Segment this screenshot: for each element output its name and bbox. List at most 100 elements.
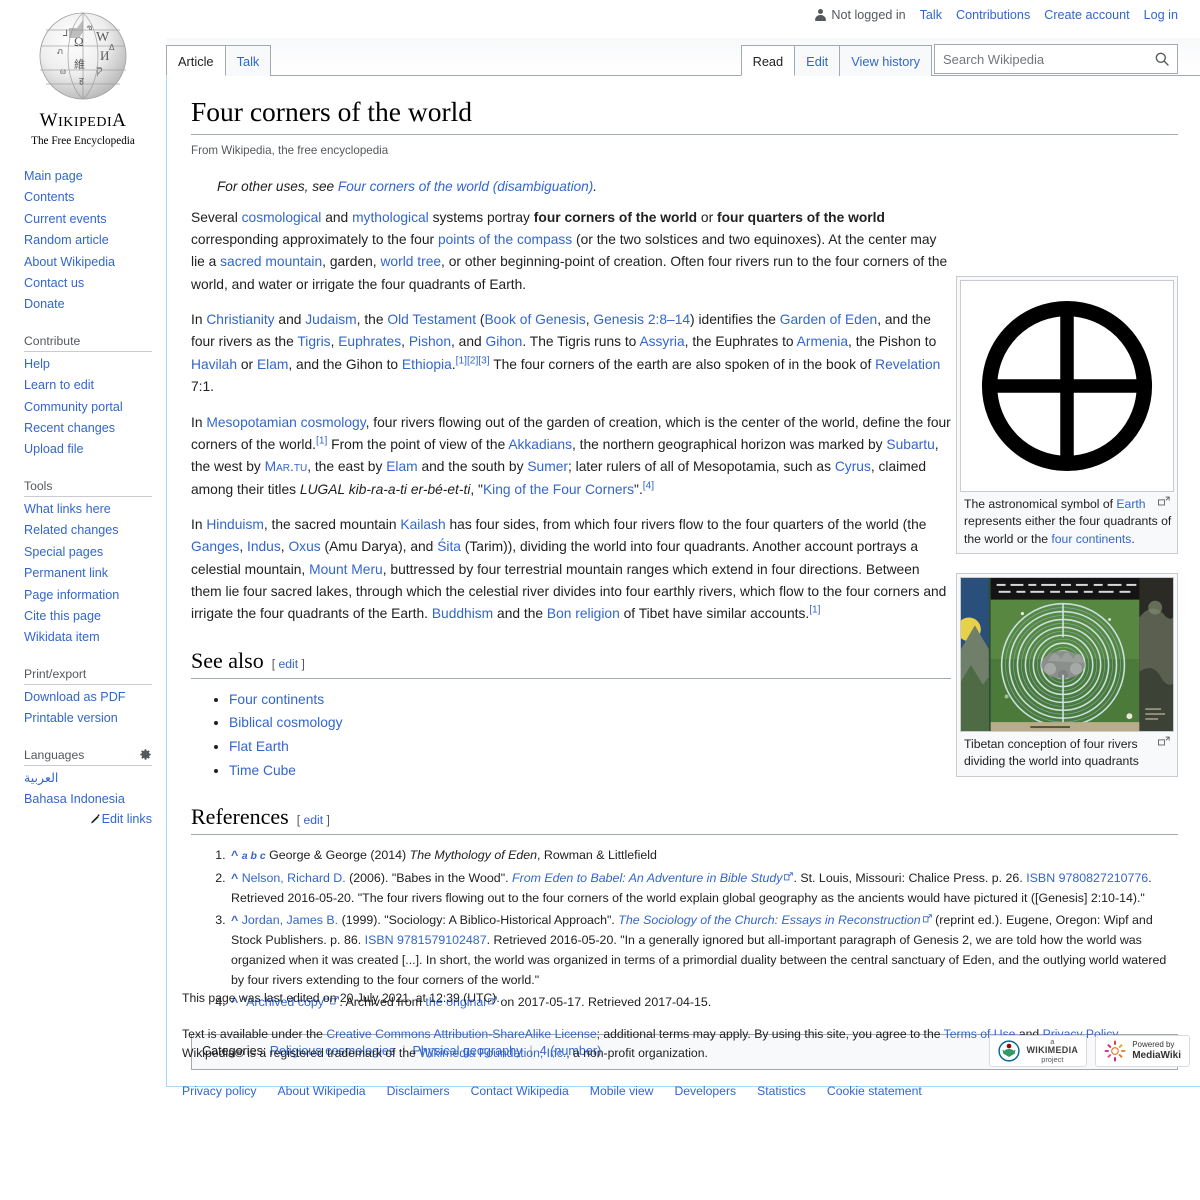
see-also-link-time-cube[interactable]: Time Cube	[229, 763, 296, 778]
reference-backlink[interactable]: ^	[231, 871, 238, 885]
link-assyria[interactable]: Assyria	[639, 334, 684, 349]
link-subartu[interactable]: Subartu	[886, 437, 934, 452]
reference-link[interactable]: ISBN	[1026, 871, 1055, 885]
sidebar-item-random-article[interactable]: Random article	[24, 233, 109, 247]
link-armenia[interactable]: Armenia	[797, 334, 848, 349]
reference-link[interactable]: ISBN	[365, 933, 394, 947]
link-kailash[interactable]: Kailash	[400, 517, 445, 532]
sidebar-item-about-wikipedia[interactable]: About Wikipedia	[24, 255, 115, 269]
tibetan-painting-image[interactable]	[960, 577, 1174, 732]
earth-symbol-image[interactable]	[960, 280, 1174, 492]
link-world-tree[interactable]: world tree	[380, 254, 441, 269]
link-euphrates[interactable]: Euphrates	[338, 334, 401, 349]
footer-link-privacy-policy[interactable]: Privacy policy	[182, 1082, 257, 1102]
sidebar-language-arabic[interactable]: العربية	[24, 771, 58, 785]
see-also-link-flat-earth[interactable]: Flat Earth	[229, 739, 289, 754]
sidebar-item-related-changes[interactable]: Related changes	[24, 523, 119, 537]
caption-link-four-continents[interactable]: four continents	[1051, 532, 1131, 546]
link-oxus[interactable]: Oxus	[288, 539, 320, 554]
sidebar-language-indonesian[interactable]: Bahasa Indonesia	[24, 792, 125, 806]
tab-edit[interactable]: Edit	[794, 44, 841, 76]
sidebar-item-contact-us[interactable]: Contact us	[24, 276, 84, 290]
search-box[interactable]	[934, 44, 1178, 74]
footer-link-contact-wikipedia[interactable]: Contact Wikipedia	[471, 1082, 569, 1102]
reference-external-link[interactable]: The Sociology of the Church: Essays in R…	[618, 913, 920, 927]
sidebar-item-download-as-pdf[interactable]: Download as PDF	[24, 690, 126, 704]
link-buddhism[interactable]: Buddhism	[432, 606, 493, 621]
gear-icon[interactable]	[139, 748, 152, 761]
caption-link-earth[interactable]: Earth	[1116, 497, 1145, 511]
reference-external-link[interactable]: From Eden to Babel: An Adventure in Bibl…	[512, 871, 782, 885]
footer-link-statistics[interactable]: Statistics	[757, 1082, 806, 1102]
link-christianity[interactable]: Christianity	[206, 312, 274, 327]
sidebar-item-current-events[interactable]: Current events	[24, 212, 107, 226]
sidebar-item-contents[interactable]: Contents	[24, 190, 74, 204]
link-judaism[interactable]: Judaism	[305, 312, 356, 327]
link-martu[interactable]: Mar.tu	[265, 459, 308, 474]
sidebar-item-learn-to-edit[interactable]: Learn to edit	[24, 378, 94, 392]
sidebar-item-donate[interactable]: Donate	[24, 297, 65, 311]
enlarge-icon[interactable]	[1158, 496, 1170, 508]
link-sumer[interactable]: Sumer	[527, 459, 568, 474]
sidebar-item-page-information[interactable]: Page information	[24, 588, 119, 602]
link-havilah[interactable]: Havilah	[191, 357, 237, 372]
link-mount-meru[interactable]: Mount Meru	[309, 562, 383, 577]
link-mesopotamian-cosmology[interactable]: Mesopotamian cosmology	[206, 415, 365, 430]
link-old-testament[interactable]: Old Testament	[387, 312, 476, 327]
link-ganges[interactable]: Ganges	[191, 539, 239, 554]
see-also-link-biblical-cosmology[interactable]: Biblical cosmology	[229, 715, 343, 730]
sidebar-item-permanent-link[interactable]: Permanent link	[24, 566, 108, 580]
tab-view-history[interactable]: View history	[839, 44, 932, 76]
link-cosmological[interactable]: cosmological	[242, 210, 322, 225]
sidebar-item-help[interactable]: Help	[24, 357, 50, 371]
footer-link-mobile-view[interactable]: Mobile view	[590, 1082, 654, 1102]
link-cyrus[interactable]: Cyrus	[835, 459, 871, 474]
link-indus[interactable]: Indus	[247, 539, 281, 554]
link-mythological[interactable]: mythological	[352, 210, 429, 225]
sidebar-item-wikidata-item[interactable]: Wikidata item	[24, 630, 100, 644]
footer-link-disclaimers[interactable]: Disclaimers	[387, 1082, 450, 1102]
reference-backlink[interactable]: ^	[231, 913, 238, 927]
link-ethiopia[interactable]: Ethiopia	[402, 357, 452, 372]
tab-read[interactable]: Read	[740, 44, 796, 76]
see-also-link-four-continents[interactable]: Four continents	[229, 692, 324, 707]
link-akkadians[interactable]: Akkadians	[508, 437, 572, 452]
link-elam[interactable]: Elam	[257, 357, 288, 372]
link-pishon[interactable]: Pishon	[409, 334, 451, 349]
link-garden-of-eden[interactable]: Garden of Eden	[780, 312, 877, 327]
footer-link-cookie-statement[interactable]: Cookie statement	[827, 1082, 922, 1102]
reference-link[interactable]: 9780827210776	[1059, 871, 1149, 885]
edit-link[interactable]: edit	[304, 813, 324, 827]
footer-link-about-wikipedia[interactable]: About Wikipedia	[278, 1082, 366, 1102]
link-king-of-the-four-corners[interactable]: King of the Four Corners	[483, 482, 634, 497]
sidebar-item-printable-version[interactable]: Printable version	[24, 711, 118, 725]
sidebar-item-community-portal[interactable]: Community portal	[24, 400, 123, 414]
footer-link-developers[interactable]: Developers	[674, 1082, 736, 1102]
link-bon-religion[interactable]: Bon religion	[547, 606, 620, 621]
tab-article[interactable]: Article	[166, 44, 226, 76]
link-elam-2[interactable]: Elam	[386, 459, 417, 474]
link-gihon[interactable]: Gihon	[486, 334, 523, 349]
wikimedia-badge[interactable]: a WIKIMEDIA project	[989, 1035, 1088, 1067]
sidebar-item-cite-this-page[interactable]: Cite this page	[24, 609, 101, 623]
mediawiki-badge[interactable]: Powered by MediaWiki	[1095, 1035, 1190, 1067]
link-hinduism[interactable]: Hinduism	[206, 517, 264, 532]
sidebar-item-what-links-here[interactable]: What links here	[24, 502, 111, 516]
reference-link[interactable]: 9781579102487	[397, 933, 487, 947]
link-cc-license[interactable]: Creative Commons Attribution-ShareAlike …	[326, 1027, 596, 1041]
link-sita[interactable]: Śita	[437, 539, 461, 554]
link-sacred-mountain[interactable]: sacred mountain	[220, 254, 322, 269]
tab-talk[interactable]: Talk	[224, 44, 272, 76]
reference-link[interactable]: Jordan, James B.	[242, 913, 338, 927]
sidebar-item-special-pages[interactable]: Special pages	[24, 545, 103, 559]
link-wikimedia-foundation[interactable]: Wikimedia Foundation, Inc.	[419, 1046, 566, 1060]
sidebar-item-upload-file[interactable]: Upload file	[24, 442, 84, 456]
search-input[interactable]	[935, 45, 1154, 73]
link-genesis-2-8-14[interactable]: Genesis 2:8–14	[593, 312, 690, 327]
reference-backlink[interactable]: ^	[231, 848, 238, 862]
wikipedia-logo[interactable]: Ω W И 維 ק ภ ω ह ⅃ ซ ᐃ WIKIPEDIA The Free…	[0, 0, 166, 160]
enlarge-icon[interactable]	[1158, 736, 1170, 748]
sidebar-edit-links[interactable]: Edit links	[102, 812, 152, 826]
sidebar-item-recent-changes[interactable]: Recent changes	[24, 421, 115, 435]
link-points-of-the-compass[interactable]: points of the compass	[438, 232, 572, 247]
